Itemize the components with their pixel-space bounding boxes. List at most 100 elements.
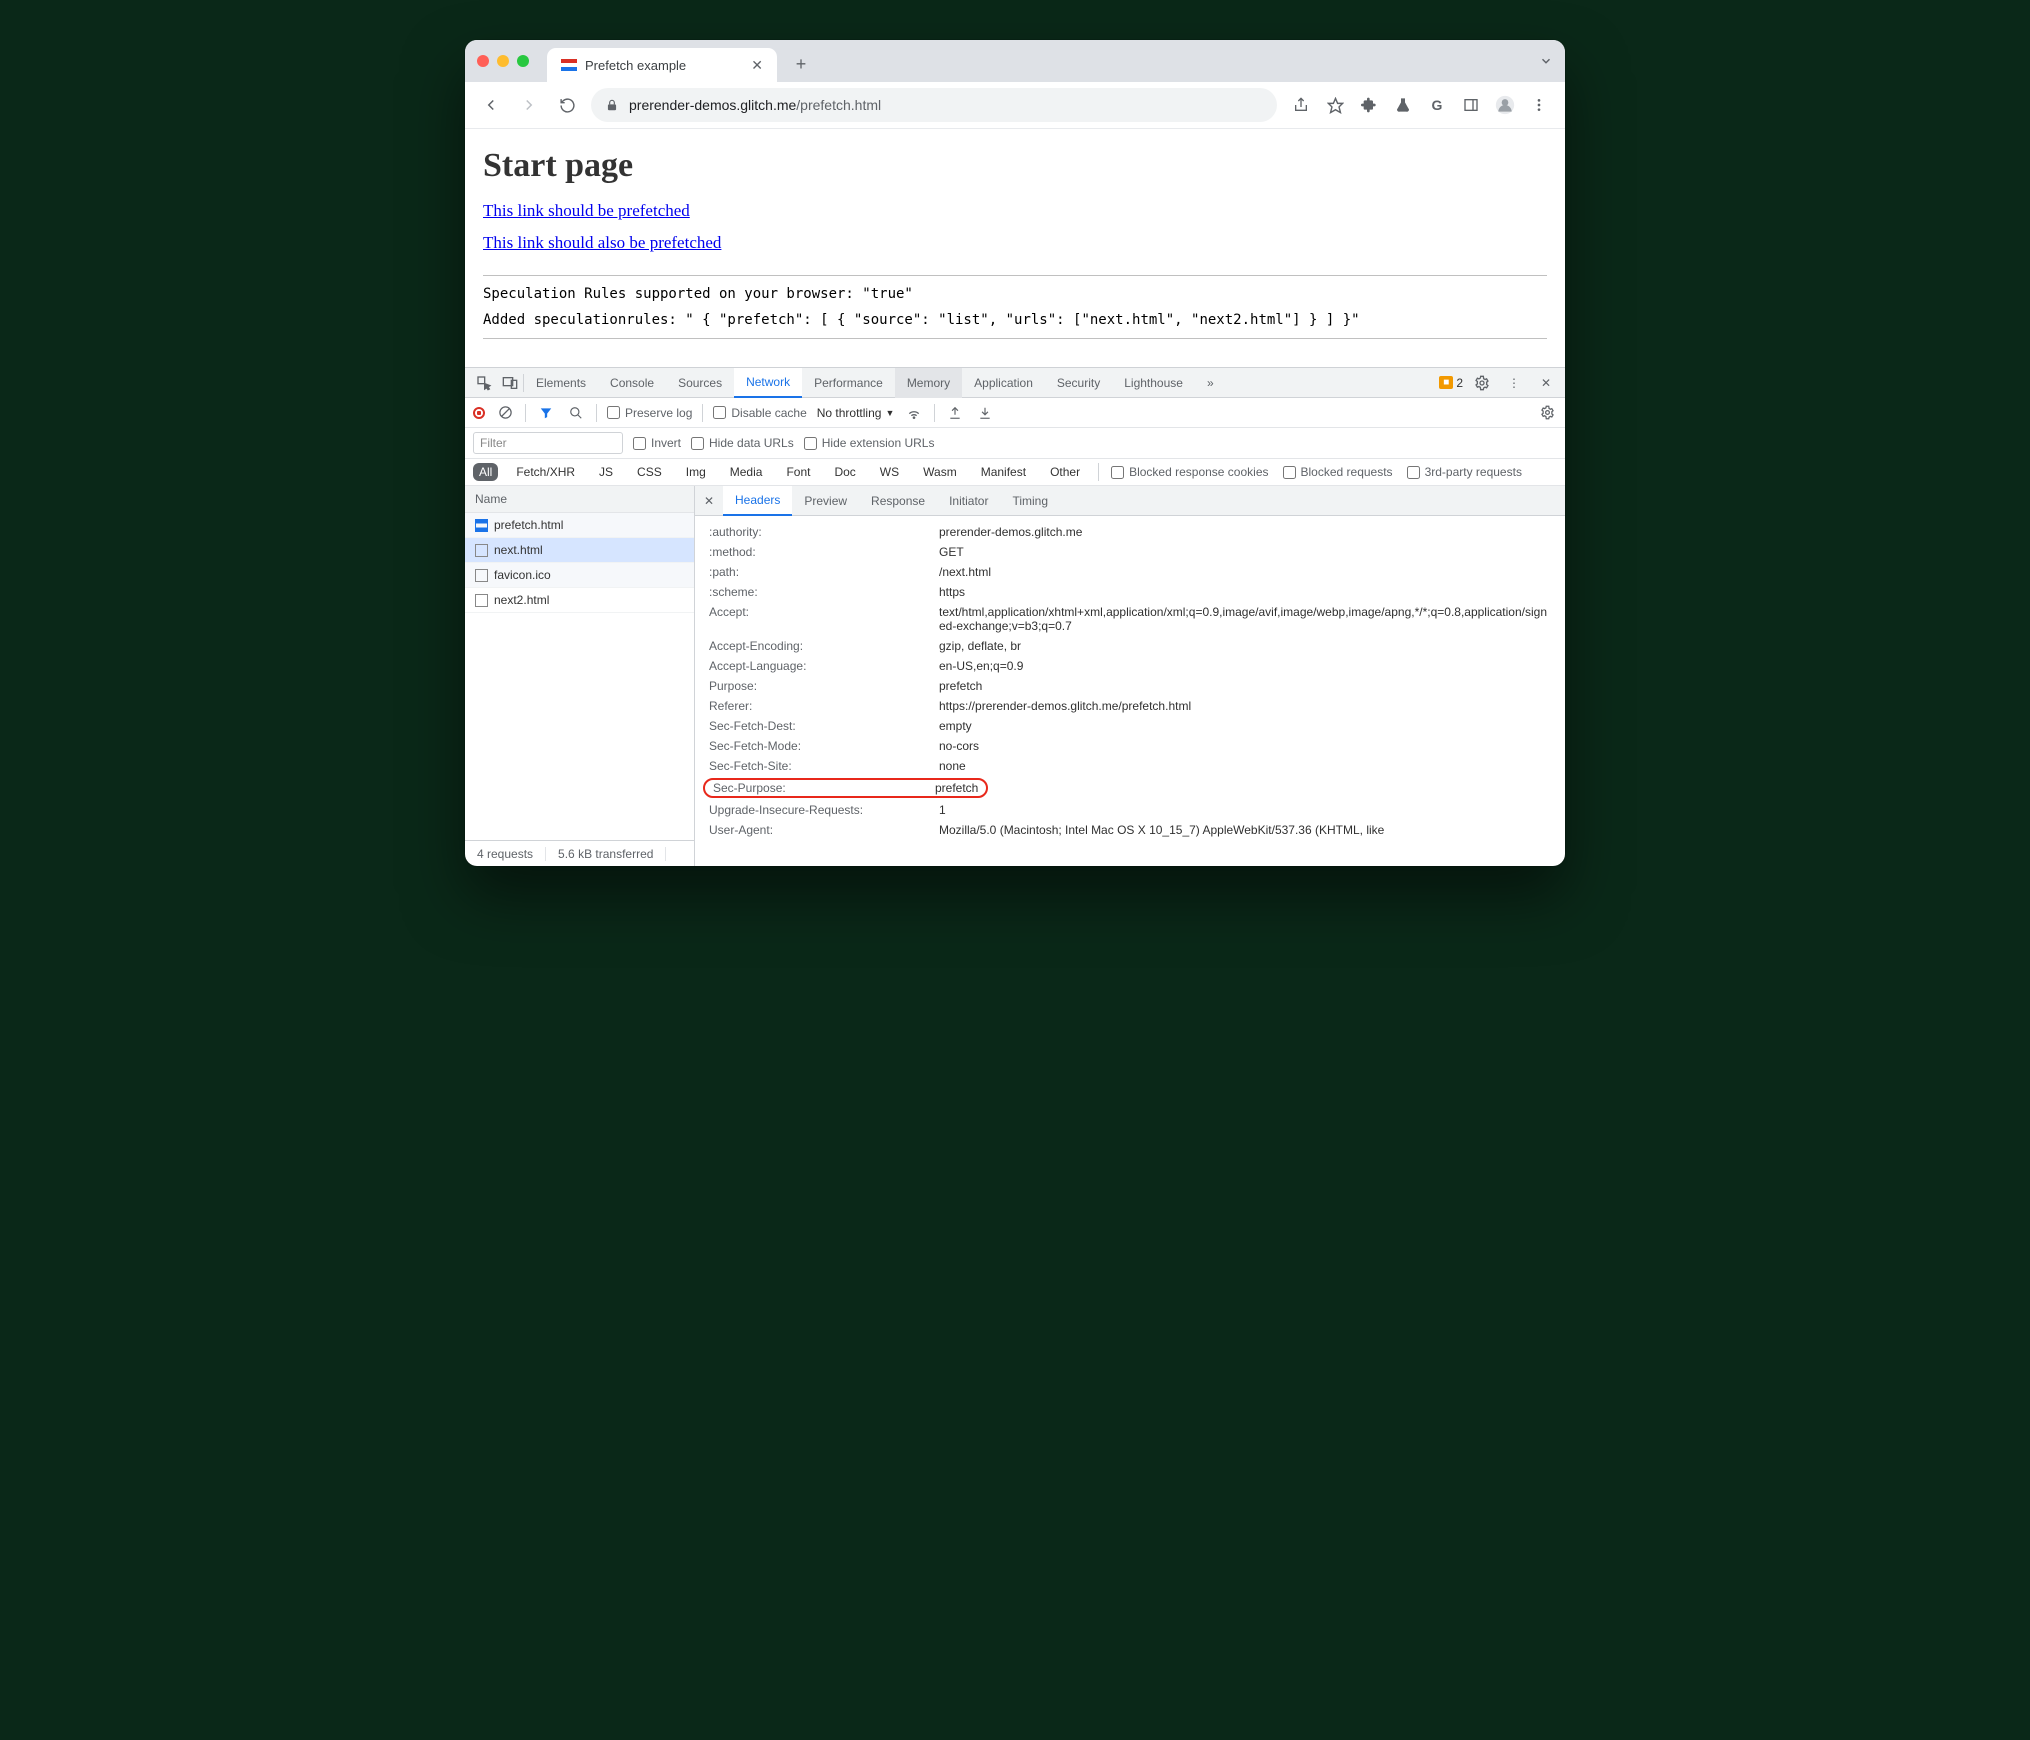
wifi-icon[interactable]	[904, 405, 924, 421]
devtools-tab-network[interactable]: Network	[734, 368, 802, 398]
throttling-select[interactable]: No throttling ▼	[817, 406, 895, 420]
divider	[483, 338, 1547, 339]
detail-tab-timing[interactable]: Timing	[1000, 486, 1060, 516]
request-list: Name prefetch.htmlnext.htmlfavicon.ico ne…	[465, 486, 695, 866]
close-tab-icon[interactable]: ✕	[751, 57, 763, 74]
devtools-tab-sources[interactable]: Sources	[666, 368, 734, 398]
devtools-tab-performance[interactable]: Performance	[802, 368, 895, 398]
settings-icon[interactable]	[1469, 370, 1495, 396]
profile-icon[interactable]	[1491, 91, 1519, 119]
close-window-button[interactable]	[477, 55, 489, 67]
hide-extension-urls-checkbox[interactable]: Hide extension URLs	[804, 436, 935, 450]
devtools-tab-elements[interactable]: Elements	[524, 368, 598, 398]
new-tab-button[interactable]: +	[787, 50, 815, 78]
tabs-dropdown-icon[interactable]	[1539, 54, 1553, 68]
hide-data-urls-checkbox[interactable]: Hide data URLs	[691, 436, 794, 450]
disable-cache-checkbox[interactable]: Disable cache	[713, 406, 806, 420]
window-controls	[477, 55, 529, 67]
type-filter-wasm[interactable]: Wasm	[917, 463, 963, 481]
back-button[interactable]	[477, 91, 505, 119]
header-value: Mozilla/5.0 (Macintosh; Intel Mac OS X 1…	[939, 823, 1551, 837]
google-icon[interactable]: G	[1423, 91, 1451, 119]
detail-tab-preview[interactable]: Preview	[792, 486, 859, 516]
filter-input[interactable]: Filter	[473, 432, 623, 454]
preserve-log-checkbox[interactable]: Preserve log	[607, 406, 692, 420]
request-row[interactable]: favicon.ico	[465, 563, 694, 588]
check-blocked-requests[interactable]: Blocked requests	[1283, 465, 1393, 479]
maximize-window-button[interactable]	[517, 55, 529, 67]
upload-icon[interactable]	[945, 406, 965, 420]
header-row: :method:GET	[695, 542, 1565, 562]
header-value: en-US,en;q=0.9	[939, 659, 1551, 673]
browser-tab[interactable]: Prefetch example ✕	[547, 48, 777, 82]
tab-strip: Prefetch example ✕ +	[465, 40, 1565, 82]
invert-checkbox[interactable]: Invert	[633, 436, 681, 450]
download-icon[interactable]	[975, 406, 995, 420]
check-blocked-response-cookies[interactable]: Blocked response cookies	[1111, 465, 1268, 479]
detail-tabs: ✕ HeadersPreviewResponseInitiatorTiming	[695, 486, 1565, 516]
record-button[interactable]	[473, 407, 485, 419]
address-bar[interactable]: prerender-demos.glitch.me/prefetch.html	[591, 88, 1277, 122]
devtools-tab-lighthouse[interactable]: Lighthouse	[1112, 368, 1195, 398]
detail-tab-headers[interactable]: Headers	[723, 486, 792, 516]
menu-icon[interactable]	[1525, 91, 1553, 119]
devtools-tab-console[interactable]: Console	[598, 368, 666, 398]
type-filter-other[interactable]: Other	[1044, 463, 1086, 481]
clear-icon[interactable]	[495, 405, 515, 420]
type-filter-media[interactable]: Media	[724, 463, 769, 481]
type-filter-doc[interactable]: Doc	[828, 463, 861, 481]
detail-tab-response[interactable]: Response	[859, 486, 937, 516]
devtools-tab-application[interactable]: Application	[962, 368, 1045, 398]
inspect-icon[interactable]	[471, 370, 497, 396]
page-content: Start page This link should be prefetche…	[465, 129, 1565, 367]
type-filter-ws[interactable]: WS	[874, 463, 905, 481]
type-filter-all[interactable]: All	[473, 463, 498, 481]
favicon-icon	[561, 57, 577, 73]
more-tabs-icon[interactable]: »	[1195, 368, 1226, 398]
header-value: /next.html	[939, 565, 1551, 579]
header-row: Accept-Language:en-US,en;q=0.9	[695, 656, 1565, 676]
network-settings-icon[interactable]	[1537, 405, 1557, 420]
page-heading: Start page	[483, 147, 1547, 185]
forward-button[interactable]	[515, 91, 543, 119]
type-filter-font[interactable]: Font	[780, 463, 816, 481]
request-row[interactable]: next2.html	[465, 588, 694, 613]
device-icon[interactable]	[497, 370, 523, 396]
prefetch-link-2[interactable]: This link should also be prefetched	[483, 233, 721, 253]
labs-icon[interactable]	[1389, 91, 1417, 119]
check-3rd-party-requests[interactable]: 3rd-party requests	[1407, 465, 1522, 479]
header-row: Sec-Fetch-Mode:no-cors	[695, 736, 1565, 756]
search-icon[interactable]	[566, 406, 586, 420]
close-devtools-icon[interactable]: ✕	[1533, 370, 1559, 396]
minimize-window-button[interactable]	[497, 55, 509, 67]
warning-indicator[interactable]: ■2	[1439, 376, 1463, 390]
type-filter-js[interactable]: JS	[593, 463, 619, 481]
header-value: no-cors	[939, 739, 1551, 753]
bookmark-icon[interactable]	[1321, 91, 1349, 119]
share-icon[interactable]	[1287, 91, 1315, 119]
header-value: https://prerender-demos.glitch.me/prefet…	[939, 699, 1551, 713]
kebab-icon[interactable]: ⋮	[1501, 370, 1527, 396]
filter-icon[interactable]	[536, 406, 556, 420]
request-list-header: Name	[465, 486, 694, 513]
detail-tab-initiator[interactable]: Initiator	[937, 486, 1000, 516]
highlighted-header: Sec-Purpose:prefetch	[703, 778, 988, 798]
type-filter-img[interactable]: Img	[680, 463, 712, 481]
reload-button[interactable]	[553, 91, 581, 119]
devtools-tab-security[interactable]: Security	[1045, 368, 1112, 398]
type-filter-fetchxhr[interactable]: Fetch/XHR	[510, 463, 581, 481]
header-value: text/html,application/xhtml+xml,applicat…	[939, 605, 1551, 633]
request-row[interactable]: next.html	[465, 538, 694, 563]
header-row: :authority:prerender-demos.glitch.me	[695, 522, 1565, 542]
type-filter-manifest[interactable]: Manifest	[975, 463, 1032, 481]
close-detail-icon[interactable]: ✕	[695, 494, 723, 508]
devtools-tab-memory[interactable]: Memory	[895, 368, 962, 398]
request-name: next2.html	[494, 593, 549, 607]
prefetch-link-1[interactable]: This link should be prefetched	[483, 201, 690, 221]
type-filter-css[interactable]: CSS	[631, 463, 668, 481]
file-icon	[475, 544, 488, 557]
extensions-icon[interactable]	[1355, 91, 1383, 119]
header-row: :path:/next.html	[695, 562, 1565, 582]
request-row[interactable]: prefetch.html	[465, 513, 694, 538]
panel-icon[interactable]	[1457, 91, 1485, 119]
